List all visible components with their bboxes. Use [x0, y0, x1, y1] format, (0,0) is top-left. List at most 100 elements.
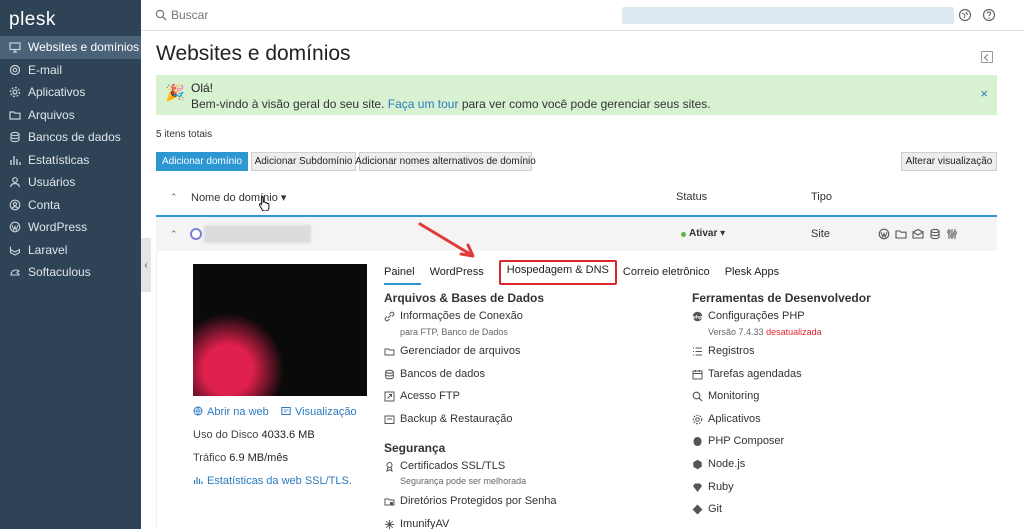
domain-detail-panel: Abrir na web Visualização Uso do Disco 4…: [156, 251, 997, 529]
column-header-status[interactable]: Status: [676, 191, 707, 203]
php-version-value: Versão 7.4.33: [708, 327, 764, 337]
sidebar-item-softaculous[interactable]: Softaculous: [0, 261, 141, 284]
chevron-left-icon: ‹: [144, 259, 148, 271]
sidebar-item-users[interactable]: Usuários: [0, 171, 141, 194]
sidebar-item-label: Arquivos: [28, 107, 75, 122]
backup-restore-link[interactable]: Backup & Restauração: [384, 413, 513, 425]
domain-name-redacted[interactable]: [204, 225, 311, 243]
traffic-value: 6.9 MB/mês: [229, 452, 288, 464]
tab-hosting-dns[interactable]: Hospedagem & DNS: [498, 260, 617, 285]
column-header-name[interactable]: Nome do domínio ▾: [191, 191, 286, 204]
sidebar-item-label: Usuários: [28, 175, 76, 190]
database-icon[interactable]: [929, 228, 941, 240]
column-header-type[interactable]: Tipo: [811, 191, 832, 203]
close-icon[interactable]: ×: [980, 86, 988, 101]
panel-toggle-icon[interactable]: [981, 51, 993, 63]
ruby-link[interactable]: Ruby: [692, 481, 734, 493]
logs-link[interactable]: Registros: [692, 345, 754, 357]
file-manager-link[interactable]: Gerenciador de arquivos: [384, 345, 520, 357]
sidebar-item-email[interactable]: E-mail: [0, 59, 141, 82]
svg-text:php: php: [693, 314, 703, 320]
row-actions: [878, 228, 958, 240]
sidebar-item-applications[interactable]: Aplicativos: [0, 81, 141, 104]
sidebar-item-label: Conta: [28, 197, 61, 212]
plesk-logo[interactable]: plesk: [0, 0, 141, 36]
sidebar-item-account[interactable]: Conta: [0, 194, 141, 217]
softaculous-icon: [9, 266, 21, 278]
add-subdomain-button[interactable]: Adicionar Subdomínio: [251, 152, 356, 171]
mail-icon[interactable]: [912, 228, 924, 240]
sidebar-item-statistics[interactable]: Estatísticas: [0, 149, 141, 172]
help-icon[interactable]: [982, 8, 996, 22]
wordpress-icon: [9, 221, 21, 233]
logs-label: Registros: [708, 345, 755, 357]
sidebar-collapse-handle[interactable]: ‹: [141, 238, 151, 292]
wordpress-icon[interactable]: [878, 228, 890, 240]
sidebar-item-files[interactable]: Arquivos: [0, 104, 141, 127]
php-version: Versão 7.4.33 desatualizada: [708, 327, 822, 337]
applications-label: Aplicativos: [708, 413, 761, 425]
protected-directories-link[interactable]: Diretórios Protegidos por Senha: [384, 495, 557, 507]
welcome-text-before: Bem-vindo à visão geral do seu site.: [191, 97, 385, 111]
site-preview-thumbnail[interactable]: [193, 264, 367, 396]
calendar-icon: [692, 369, 703, 380]
globe-icon[interactable]: [958, 8, 972, 22]
php-settings-link[interactable]: php Configurações PHP: [692, 310, 805, 322]
databases-label: Bancos de dados: [400, 368, 486, 380]
status-dropdown[interactable]: Ativar ▾: [689, 228, 725, 239]
sidebar-item-label: Websites e domínios: [28, 40, 140, 55]
chevron-up-icon[interactable]: ⌃: [170, 229, 178, 240]
open-web-link[interactable]: Abrir na web: [193, 406, 269, 418]
git-link[interactable]: Git: [692, 503, 722, 515]
sort-toggle-icon[interactable]: ⌃: [170, 192, 178, 203]
database-icon: [9, 131, 21, 143]
nodejs-label: Node.js: [708, 458, 746, 470]
tour-link[interactable]: Faça um tour: [388, 97, 459, 111]
php-settings-label: Configurações PHP: [708, 310, 805, 322]
certificate-icon: [384, 461, 395, 472]
sidebar-item-databases[interactable]: Bancos de dados: [0, 126, 141, 149]
search-input[interactable]: [171, 6, 471, 24]
applications-link[interactable]: Aplicativos: [692, 413, 761, 425]
ssl-certificates-link[interactable]: Certificados SSL/TLS: [384, 460, 505, 472]
change-view-button[interactable]: Alterar visualização: [901, 152, 997, 171]
sidebar-item-label: Aplicativos: [28, 85, 86, 100]
sidebar-item-laravel[interactable]: Laravel: [0, 239, 141, 262]
sidebar-item-websites[interactable]: Websites e domínios: [0, 36, 141, 59]
welcome-title: Olá!: [191, 81, 214, 95]
account-menu[interactable]: [622, 7, 954, 24]
connection-info-label: Informações de Conexão: [400, 310, 523, 322]
add-domain-alias-button[interactable]: Adicionar nomes alternativos de domínio: [355, 152, 536, 171]
tab-plesk-apps[interactable]: Plesk Apps: [725, 264, 785, 285]
site-favicon: [190, 228, 202, 240]
monitoring-link[interactable]: Monitoring: [692, 390, 759, 402]
connection-icon: [384, 311, 395, 322]
connection-info-sub: para FTP, Banco de Dados: [400, 327, 508, 337]
backup-icon: [384, 414, 395, 425]
php-composer-link[interactable]: PHP Composer: [692, 435, 784, 447]
open-web-label: Abrir na web: [207, 406, 269, 418]
welcome-banner: 🎉 Olá! Bem-vindo à visão geral do seu si…: [156, 75, 997, 115]
folder-icon[interactable]: [895, 228, 907, 240]
tab-dashboard[interactable]: Painel: [384, 264, 421, 285]
party-icon: 🎉: [165, 85, 185, 102]
scheduled-tasks-link[interactable]: Tarefas agendadas: [692, 368, 802, 380]
tab-wordpress[interactable]: WordPress: [430, 264, 490, 285]
ftp-access-link[interactable]: Acesso FTP: [384, 390, 460, 402]
protected-directories-label: Diretórios Protegidos por Senha: [400, 495, 557, 507]
connection-info-link[interactable]: Informações de Conexão: [384, 310, 523, 322]
nodejs-link[interactable]: Node.js: [692, 458, 745, 470]
php-icon: php: [692, 311, 703, 322]
nodejs-icon: [692, 459, 703, 470]
databases-link[interactable]: Bancos de dados: [384, 368, 485, 380]
settings-sliders-icon[interactable]: [946, 228, 958, 240]
preview-link[interactable]: Visualização: [281, 406, 357, 418]
ssl-statistics-link[interactable]: Estatísticas da web SSL/TLS.: [193, 475, 352, 487]
add-domain-button[interactable]: Adicionar domínio: [156, 152, 248, 171]
scheduled-tasks-label: Tarefas agendadas: [708, 368, 802, 380]
table-row[interactable]: ⌃ Ativar ▾ Site: [156, 217, 997, 251]
tab-mail[interactable]: Correio eletrônico: [623, 264, 716, 285]
imunifyav-link[interactable]: ImunifyAV: [384, 518, 449, 529]
type-label: Site: [811, 228, 830, 240]
sidebar-item-wordpress[interactable]: WordPress: [0, 216, 141, 239]
